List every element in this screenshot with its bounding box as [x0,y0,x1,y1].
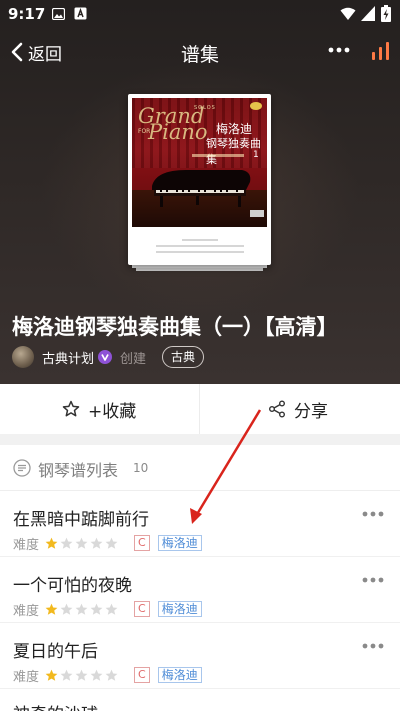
star-outline-icon [62,400,80,417]
section-divider [0,434,400,445]
list-item[interactable]: 在黑暗中踮脚前行 难度 C 梅洛迪 [0,491,400,557]
list-item[interactable]: 夏日的午后 难度 C 梅洛迪 [0,623,400,689]
creator-row: 古典计划 创建 古典 [12,345,205,369]
cover-art: Grand SOLOS FOR Piano 梅洛迪 钢琴独奏曲集 1 [132,98,267,227]
star-empty-icon [90,603,103,615]
star-empty-icon [75,537,88,549]
song-title: 神奇的沙球 [13,700,98,711]
list-item[interactable]: 一个可怕的夜晚 难度 C 梅洛迪 [0,557,400,623]
grand-piano-icon [152,170,251,207]
difficulty-stars [45,669,120,682]
avatar[interactable] [12,346,34,368]
status-bar: 9:17 [0,0,400,28]
cover-page-line [156,251,244,253]
status-time: 9:17 [8,5,46,23]
share-button[interactable]: 分享 [268,384,328,434]
created-label: 创建 [120,351,147,367]
difficulty-label: 难度 [13,603,40,619]
share-icon [269,400,285,418]
album-cover[interactable]: Grand SOLOS FOR Piano 梅洛迪 钢琴独奏曲集 1 [128,94,271,265]
song-title: 夏日的午后 [13,642,98,662]
cover-subtitle-strip [192,154,244,157]
cover-page-line [156,245,244,247]
cover-word-piano: Piano [148,120,208,144]
list-header: 钢琴谱列表 10 [0,445,400,491]
difficulty-stars [45,603,120,616]
list-count: 10 [133,461,149,475]
battery-charging-icon [381,5,391,22]
star-filled-icon [45,669,58,681]
signal-icon [361,6,375,21]
wifi-icon [340,7,356,20]
difficulty-label: 难度 [13,669,40,685]
chart-bars-icon[interactable] [371,41,390,60]
action-bar: +收藏 分享 [0,384,400,434]
publisher-logo [250,210,264,217]
cover-page-line [182,239,218,241]
verified-v-icon [98,350,113,364]
image-icon [52,8,65,20]
cover-badge [250,102,262,110]
list-item[interactable]: 神奇的沙球 [0,695,400,711]
cover-stack-edge [136,268,263,271]
song-title: 一个可怕的夜晚 [13,576,132,596]
composer-badge[interactable]: 梅洛迪 [157,535,202,551]
song-meta: 难度 C 梅洛迪 [13,667,202,685]
star-empty-icon [105,603,118,615]
composer-badge[interactable]: 梅洛迪 [157,667,202,683]
star-empty-icon [75,603,88,615]
creator-name[interactable]: 古典计划 [42,348,94,367]
star-filled-icon [45,537,58,549]
action-divider [199,384,200,434]
key-badge: C [134,667,150,683]
cover-word-solos: SOLOS [194,105,216,111]
more-dots-icon[interactable] [362,643,384,649]
key-badge: C [134,601,150,617]
key-badge: C [134,535,150,551]
star-empty-icon [90,669,103,681]
top-bar: 返回 谱集 [0,30,400,74]
favorite-label: +收藏 [88,401,137,422]
song-meta: 难度 C 梅洛迪 [13,601,202,619]
share-label: 分享 [294,401,328,422]
song-title: 在黑暗中踮脚前行 [13,510,149,530]
difficulty-stars [45,537,120,550]
favorite-button[interactable]: +收藏 [62,384,136,434]
star-empty-icon [75,669,88,681]
list-icon [13,459,31,477]
more-dots-icon[interactable] [328,46,350,54]
star-empty-icon [60,669,73,681]
more-dots-icon[interactable] [362,577,384,583]
genre-tag[interactable]: 古典 [162,346,205,368]
song-meta: 难度 C 梅洛迪 [13,535,202,553]
star-empty-icon [60,603,73,615]
a-icon [74,7,87,20]
star-empty-icon [105,669,118,681]
difficulty-label: 难度 [13,537,40,553]
star-filled-icon [45,603,58,615]
cover-volume-number: 1 [253,150,259,160]
more-dots-icon[interactable] [362,511,384,517]
list-title: 钢琴谱列表 [38,461,119,480]
album-title: 梅洛迪钢琴独奏曲集（一）【高清】 [12,315,338,339]
star-empty-icon [90,537,103,549]
star-empty-icon [105,537,118,549]
album-header: 9:17 返回 谱集 Grand SOLOS FOR Piano 梅洛迪 钢琴独… [0,0,400,384]
star-empty-icon [60,537,73,549]
composer-badge[interactable]: 梅洛迪 [157,601,202,617]
